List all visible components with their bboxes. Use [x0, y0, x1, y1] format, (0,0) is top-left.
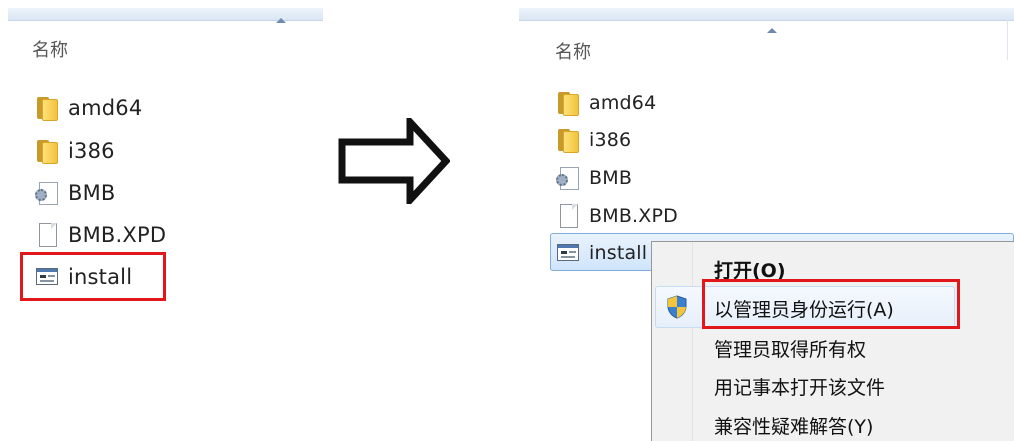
item-label: BMB: [68, 181, 116, 205]
run-as-admin-highlight-box: [702, 279, 960, 329]
batch-file-icon: [555, 240, 581, 266]
item-label: i386: [589, 129, 632, 151]
item-label: amd64: [589, 92, 657, 114]
item-label: BMB: [589, 167, 633, 189]
folder-icon: [555, 90, 581, 116]
uac-shield-icon: [667, 295, 687, 319]
list-item-i386[interactable]: i386: [555, 125, 631, 155]
list-item-bmb[interactable]: BMB: [555, 163, 632, 193]
item-label: BMB.XPD: [589, 205, 679, 227]
folder-icon: [34, 95, 60, 121]
item-label: i386: [68, 139, 115, 163]
column-header-name[interactable]: 名称: [32, 36, 68, 62]
column-header-name[interactable]: 名称: [555, 38, 591, 64]
list-item-amd64[interactable]: amd64: [34, 93, 142, 123]
sort-ascending-icon[interactable]: [767, 28, 777, 33]
install-highlight-box: [20, 252, 166, 301]
menu-icon-gutter: [652, 242, 693, 441]
sort-ascending-icon[interactable]: [276, 18, 286, 23]
context-menu: 打开(O) 以管理员身份运行(A) 管理员取得所有权 用记事本打开该文件 兼容性…: [651, 241, 1014, 441]
right-arrow-icon: [338, 118, 450, 204]
settings-file-icon: [555, 165, 581, 191]
menu-item-take-ownership[interactable]: 管理员取得所有权: [714, 335, 866, 362]
settings-file-icon: [34, 180, 60, 206]
folder-icon: [34, 138, 60, 164]
list-item-bmb-xpd[interactable]: BMB.XPD: [555, 201, 678, 231]
blank-file-icon: [555, 203, 581, 229]
list-item-bmb[interactable]: BMB: [34, 178, 116, 208]
blank-file-icon: [34, 222, 60, 248]
item-label: install: [589, 242, 648, 264]
column-separator[interactable]: [1007, 20, 1008, 60]
list-item-install[interactable]: install: [555, 238, 647, 268]
list-item-bmb-xpd[interactable]: BMB.XPD: [34, 220, 166, 250]
item-label: amd64: [68, 96, 143, 120]
folder-icon: [555, 127, 581, 153]
list-item-amd64[interactable]: amd64: [555, 88, 656, 118]
menu-item-troubleshoot-compatibility[interactable]: 兼容性疑难解答(Y): [714, 412, 873, 439]
column-header-strip: [519, 8, 1014, 21]
list-item-i386[interactable]: i386: [34, 136, 115, 166]
item-label: BMB.XPD: [68, 223, 167, 247]
menu-item-open-with-notepad[interactable]: 用记事本打开该文件: [714, 373, 885, 400]
